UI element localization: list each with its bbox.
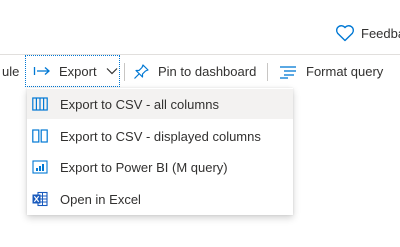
menu-item-export-csv-displayed[interactable]: Export to CSV - displayed columns	[27, 121, 293, 151]
excel-icon	[32, 191, 48, 207]
format-query-label: Format query	[306, 64, 384, 79]
command-toolbar: ule Export Pin to dashboard Format query	[0, 54, 400, 88]
heart-icon	[335, 24, 355, 42]
toolbar-divider	[124, 63, 125, 81]
top-header: Feedba	[0, 0, 400, 54]
toolbar-divider	[267, 63, 268, 81]
menu-item-export-csv-all[interactable]: Export to CSV - all columns	[27, 89, 293, 119]
pin-icon	[132, 63, 150, 81]
menu-item-open-in-excel[interactable]: Open in Excel	[27, 184, 293, 214]
export-label: Export	[59, 63, 97, 79]
export-menu: Export to CSV - all columns Export to CS…	[27, 88, 293, 215]
power-bi-icon	[32, 159, 48, 175]
pin-label: Pin to dashboard	[158, 64, 257, 79]
pin-to-dashboard-button[interactable]: Pin to dashboard	[132, 55, 256, 88]
chevron-down-icon	[106, 67, 118, 75]
export-button[interactable]: Export	[25, 55, 120, 87]
menu-item-export-power-bi[interactable]: Export to Power BI (M query)	[27, 152, 293, 182]
format-query-button[interactable]: Format query	[279, 55, 383, 88]
all-columns-icon	[32, 96, 48, 112]
menu-item-label: Open in Excel	[60, 191, 141, 207]
format-lines-icon	[279, 65, 297, 79]
rule-label: ule	[2, 64, 20, 79]
menu-item-label: Export to CSV - displayed columns	[60, 128, 261, 144]
menu-item-label: Export to Power BI (M query)	[60, 159, 228, 175]
feedback-button[interactable]: Feedba	[335, 22, 400, 44]
feedback-label: Feedba	[361, 25, 400, 41]
rule-button[interactable]: ule	[2, 55, 19, 88]
displayed-columns-icon	[32, 128, 48, 144]
arrow-right-bracket-icon	[33, 64, 51, 78]
menu-item-label: Export to CSV - all columns	[60, 96, 219, 112]
